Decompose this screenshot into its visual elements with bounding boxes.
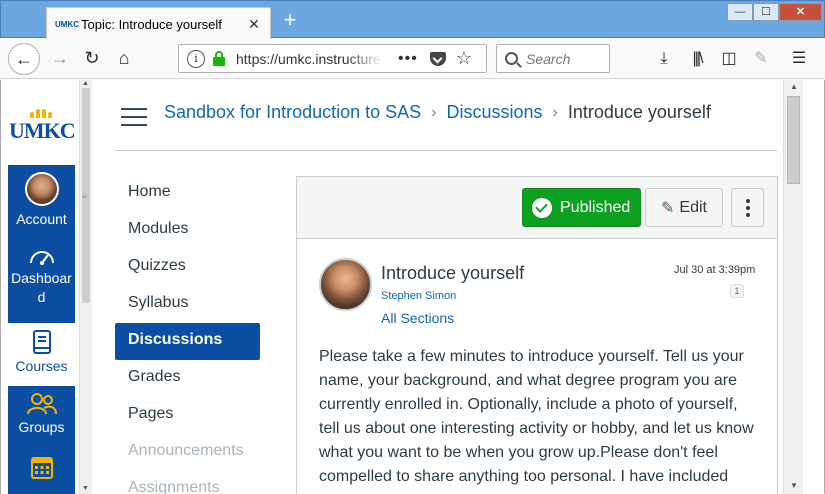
- scroll-down-arrow-icon[interactable]: ▼: [82, 485, 89, 492]
- breadcrumb-current: Introduce yourself: [567, 102, 711, 122]
- chevron-right-icon: ›: [552, 103, 558, 121]
- browser-tab[interactable]: UMKC Topic: Introduce yourself ✕: [46, 7, 271, 40]
- course-nav-pages[interactable]: Pages: [115, 397, 260, 434]
- global-nav-label: d: [37, 289, 46, 305]
- forward-button[interactable]: →: [44, 43, 76, 75]
- course-nav-quizzes[interactable]: Quizzes: [115, 249, 260, 286]
- downloads-icon[interactable]: ⤓: [653, 49, 675, 69]
- global-nav-calendar[interactable]: [8, 452, 75, 494]
- kebab-dot-icon: [745, 205, 750, 210]
- book-icon: [32, 330, 51, 354]
- scroll-grip-icon: ≡: [82, 192, 87, 201]
- site-info-icon[interactable]: i: [187, 49, 205, 68]
- edit-button[interactable]: ✎ Edit: [645, 188, 723, 227]
- pencil-icon: ✎: [661, 199, 675, 217]
- maximize-button[interactable]: ☐: [753, 3, 779, 21]
- global-nav-dashboard[interactable]: Dashboar d: [8, 245, 75, 321]
- course-nav-syllabus[interactable]: Syllabus: [115, 286, 260, 323]
- page-scrollbar[interactable]: ▲ ▼: [783, 80, 803, 494]
- scroll-up-arrow-icon[interactable]: ▲: [790, 82, 798, 91]
- discussion-panel: Published ✎ Edit Introduce yourself Step…: [296, 176, 778, 494]
- search-box[interactable]: [496, 44, 610, 73]
- kebab-dot-icon: [745, 212, 750, 217]
- course-navigation: Home Modules Quizzes Syllabus Discussion…: [115, 175, 260, 494]
- reload-button[interactable]: ↻: [76, 43, 108, 75]
- menu-icon[interactable]: ☰: [788, 49, 810, 69]
- pocket-icon[interactable]: [429, 51, 446, 66]
- lock-icon: [212, 50, 226, 67]
- course-nav-discussions[interactable]: Discussions: [115, 323, 260, 360]
- dashboard-icon: [29, 251, 54, 265]
- url-text[interactable]: https://umkc.instructure.com/courses: [236, 51, 384, 67]
- chevron-right-icon: ›: [431, 103, 437, 121]
- discussion-title: Introduce yourself: [381, 263, 525, 283]
- search-input[interactable]: [526, 50, 606, 67]
- title-bar: UMKC Topic: Introduce yourself ✕ + — ☐ ✕: [0, 0, 825, 40]
- bookmark-star-icon[interactable]: ☆: [456, 48, 472, 69]
- discussion-body: Please take a few minutes to introduce y…: [319, 348, 754, 485]
- course-nav-home[interactable]: Home: [115, 175, 260, 212]
- library-icon[interactable]: |||\: [686, 49, 708, 69]
- new-tab-icon[interactable]: +: [279, 9, 301, 33]
- pen-icon[interactable]: ✎: [750, 49, 772, 69]
- check-circle-icon: [532, 197, 552, 218]
- browser-window: UMKC Topic: Introduce yourself ✕ + — ☐ ✕…: [0, 0, 825, 494]
- course-nav-grades[interactable]: Grades: [115, 360, 260, 397]
- calendar-icon: [30, 457, 53, 479]
- page-viewport: UMKC Account Dashboar d Courses Groups ▲…: [0, 80, 825, 494]
- course-nav-assignments[interactable]: Assignments: [115, 471, 260, 494]
- global-nav-courses[interactable]: Courses: [8, 323, 75, 386]
- main-content: Sandbox for Introduction to SAS › Discus…: [93, 80, 803, 494]
- course-nav-announcements[interactable]: Announcements: [115, 434, 260, 471]
- scroll-up-arrow-icon[interactable]: ▲: [82, 80, 89, 87]
- global-nav-scrollbar[interactable]: ▲ ≡ ▼: [79, 80, 92, 494]
- sections-link[interactable]: All Sections: [381, 310, 454, 326]
- tab-close-icon[interactable]: ✕: [246, 16, 262, 33]
- close-window-button[interactable]: ✕: [779, 3, 822, 21]
- reply-count-badge: 1: [730, 284, 744, 298]
- course-menu-toggle[interactable]: [121, 108, 147, 126]
- crown-icon: [30, 108, 52, 118]
- divider: [115, 150, 777, 151]
- tab-title: Topic: Introduce yourself: [81, 16, 222, 32]
- scrollbar-thumb[interactable]: [787, 96, 800, 184]
- page-actions-icon[interactable]: •••: [398, 50, 418, 68]
- breadcrumb-discussions[interactable]: Discussions: [447, 102, 543, 123]
- global-nav-label: Dashboar: [11, 270, 72, 286]
- global-nav-groups[interactable]: Groups: [8, 388, 75, 448]
- author-avatar[interactable]: [319, 258, 372, 311]
- avatar: [24, 172, 59, 206]
- global-nav-label: Groups: [18, 419, 65, 435]
- author-link[interactable]: Stephen Simon: [381, 290, 456, 302]
- home-button[interactable]: ⌂: [108, 43, 140, 75]
- global-nav-label: Courses: [15, 358, 68, 374]
- minimize-button[interactable]: —: [727, 3, 753, 21]
- more-options-button[interactable]: [731, 188, 764, 227]
- back-button[interactable]: ←: [8, 43, 40, 75]
- groups-icon: [26, 393, 57, 415]
- scroll-down-arrow-icon[interactable]: ▼: [790, 481, 798, 490]
- sidebar-icon[interactable]: ◫: [718, 49, 740, 69]
- breadcrumb-course[interactable]: Sandbox for Introduction to SAS: [164, 102, 421, 123]
- navigation-toolbar: ← → ↻ ⌂ i https://umkc.instructure.com/c…: [0, 39, 825, 79]
- course-nav-modules[interactable]: Modules: [115, 212, 260, 249]
- post-date: Jul 30 at 3:39pm: [674, 264, 756, 276]
- breadcrumb: Sandbox for Introduction to SAS › Discus…: [164, 102, 711, 123]
- kebab-dot-icon: [745, 198, 750, 203]
- published-button[interactable]: Published: [522, 188, 641, 227]
- search-icon: [505, 52, 518, 65]
- logo-text: UMKC: [9, 118, 76, 143]
- global-nav-account[interactable]: Account: [8, 170, 75, 232]
- published-label: Published: [560, 198, 631, 216]
- edit-label: Edit: [679, 198, 707, 216]
- global-nav-label: Account: [16, 211, 67, 227]
- tab-favicon-icon: UMKC: [55, 19, 79, 29]
- umkc-logo[interactable]: UMKC: [8, 80, 76, 165]
- discussion-toolbar: Published ✎ Edit: [297, 177, 777, 239]
- address-bar[interactable]: i https://umkc.instructure.com/courses •…: [178, 44, 487, 73]
- global-navigation: UMKC Account Dashboar d Courses Groups: [8, 80, 76, 494]
